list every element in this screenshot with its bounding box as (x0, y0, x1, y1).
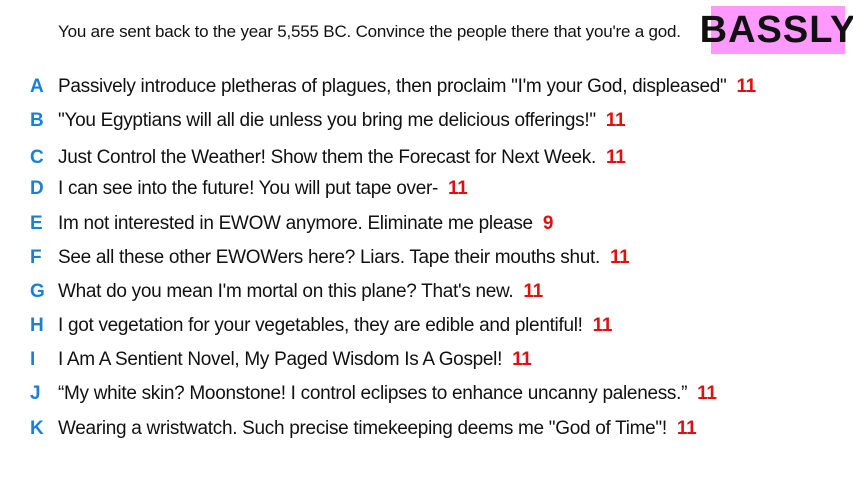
response-score: 11 (448, 178, 468, 199)
response-text-content: See all these other EWOWers here? Liars.… (58, 247, 600, 268)
response-text: Wearing a wristwatch. Such precise timek… (58, 418, 697, 440)
response-text-content: Wearing a wristwatch. Such precise timek… (58, 418, 667, 439)
response-text-content: I Am A Sentient Novel, My Paged Wisdom I… (58, 349, 503, 370)
response-letter: H (30, 315, 44, 336)
response-text: Passively introduce pletheras of plagues… (58, 76, 756, 98)
response-letter: G (30, 281, 45, 302)
response-letter: J (30, 383, 41, 404)
response-score: 11 (605, 110, 626, 131)
response-letter: K (30, 418, 44, 439)
response-text: What do you mean I'm mortal on this plan… (58, 281, 543, 303)
response-text: See all these other EWOWers here? Liars.… (58, 247, 630, 269)
response-letter: C (30, 147, 44, 168)
response-text-content: What do you mean I'm mortal on this plan… (58, 281, 514, 302)
response-text: I got vegetation for your vegetables, th… (58, 315, 612, 337)
response-text: I Am A Sentient Novel, My Paged Wisdom I… (58, 349, 532, 371)
response-text-content: I can see into the future! You will put … (58, 178, 439, 199)
response-score: 11 (605, 147, 626, 168)
response-text-content: Passively introduce pletheras of plagues… (58, 76, 727, 97)
response-text: Im not interested in EWOW anymore. Elimi… (58, 213, 553, 235)
response-score: 11 (523, 281, 543, 302)
response-text: Just Control the Weather! Show them the … (58, 147, 626, 169)
response-score: 11 (592, 315, 613, 336)
response-score: 11 (609, 247, 630, 268)
response-letter: I (30, 349, 36, 370)
response-text-content: Im not interested in EWOW anymore. Elimi… (58, 213, 533, 234)
response-score: 11 (512, 349, 532, 370)
response-score: 9 (542, 213, 554, 234)
response-letter: A (30, 76, 44, 97)
response-text: “My white skin? Moonstone! I control ecl… (58, 383, 717, 405)
contestant-name-badge: BASSLY (700, 6, 853, 54)
prompt-text: You are sent back to the year 5,555 BC. … (58, 22, 681, 41)
response-text: "You Egyptians will all die unless you b… (58, 110, 626, 132)
response-letter: B (30, 110, 44, 131)
response-score: 11 (697, 383, 717, 404)
response-text-content: “My white skin? Moonstone! I control ecl… (58, 383, 688, 404)
response-letter: D (30, 178, 44, 199)
response-text: I can see into the future! You will put … (58, 178, 468, 200)
response-score: 11 (736, 76, 756, 97)
response-text-content: Just Control the Weather! Show them the … (58, 147, 596, 168)
response-text-content: "You Egyptians will all die unless you b… (58, 110, 596, 131)
response-score: 11 (676, 418, 697, 439)
response-letter: F (30, 247, 42, 268)
response-letter: E (30, 213, 43, 234)
response-text-content: I got vegetation for your vegetables, th… (58, 315, 583, 336)
